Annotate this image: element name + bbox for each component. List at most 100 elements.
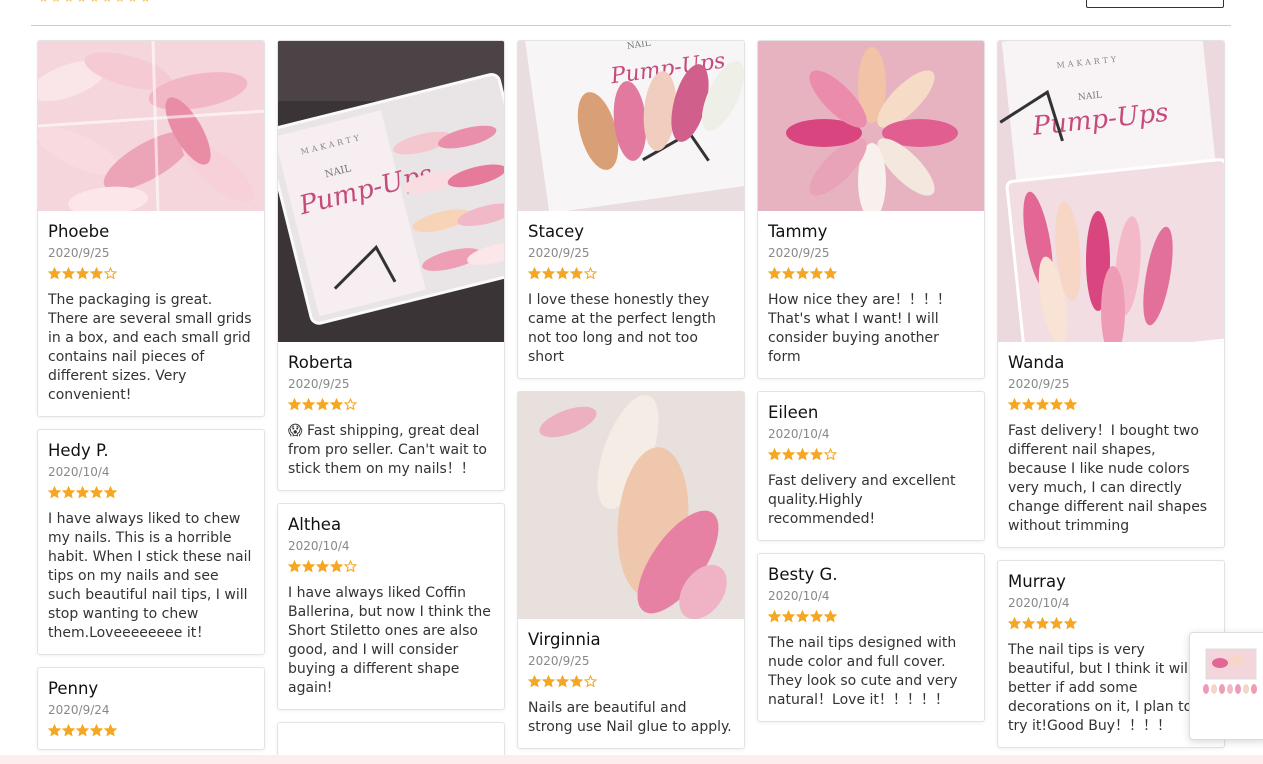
star-filled-icon [62, 486, 75, 499]
review-card[interactable]: Phoebe 2020/9/25 The packaging is great.… [37, 40, 265, 417]
review-text: How nice they are！！！！ That's what I want… [768, 292, 951, 365]
review-photo[interactable]: NAIL Pump-Ups [518, 41, 744, 211]
star-rating [48, 724, 254, 738]
star-filled-icon [768, 267, 781, 280]
star-filled-icon [302, 398, 315, 411]
star-filled-icon [104, 724, 117, 737]
review-date: 2020/10/4 [1008, 596, 1070, 610]
star-filled-icon [1064, 617, 1077, 630]
star-filled-icon [824, 267, 837, 280]
star-filled-icon [1008, 617, 1021, 630]
review-card[interactable]: MAKARTY NAIL Pump-Ups Wanda 2020/9/25 Fa… [997, 40, 1225, 548]
reviewer-name: Roberta [288, 353, 353, 372]
star-filled-icon [556, 675, 569, 688]
star-filled-icon [288, 398, 301, 411]
star-filled-icon [542, 267, 555, 280]
review-date: 2020/9/25 [528, 654, 590, 668]
star-filled-icon [768, 610, 781, 623]
floating-product-widget[interactable] [1189, 632, 1263, 740]
review-photo[interactable] [518, 392, 744, 619]
star-rating [48, 267, 254, 281]
star-filled-icon [1036, 398, 1049, 411]
star-filled-icon [528, 675, 541, 688]
star-rating [48, 486, 254, 500]
star-filled-icon [1050, 398, 1063, 411]
star-filled-icon [570, 267, 583, 280]
star-filled-icon [76, 724, 89, 737]
review-text: I love these honestly they came at the p… [528, 292, 716, 365]
reviewer-name: Besty G. [768, 565, 838, 584]
review-card[interactable]: Tammy 2020/9/25 How nice they are！！！！ Th… [757, 40, 985, 379]
sticky-bottom-bar [0, 755, 1263, 764]
star-filled-icon [782, 610, 795, 623]
star-filled-icon [76, 486, 89, 499]
star-filled-icon [1036, 617, 1049, 630]
star-rating [288, 560, 494, 574]
review-date: 2020/9/25 [288, 377, 350, 391]
star-filled-icon [288, 560, 301, 573]
star-filled-icon [1022, 398, 1035, 411]
review-card[interactable]: Besty G. 2020/10/4 The nail tips designe… [757, 553, 985, 722]
review-card[interactable]: Althea 2020/10/4 I have always liked Cof… [277, 503, 505, 710]
review-date: 2020/9/24 [48, 703, 110, 717]
star-filled-icon [302, 560, 315, 573]
reviewer-name: Althea [288, 515, 342, 534]
star-rating [768, 448, 974, 462]
star-filled-icon [768, 448, 781, 461]
star-filled-icon [90, 486, 103, 499]
review-text: Fast delivery！I bought two different nai… [1008, 423, 1208, 534]
star-empty-icon [584, 267, 597, 280]
star-filled-icon [1064, 398, 1077, 411]
review-photo[interactable] [38, 41, 264, 211]
write-review-button[interactable] [1086, 0, 1224, 8]
star-filled-icon [1022, 617, 1035, 630]
review-photo[interactable]: MAKARTY NAIL Pump-Ups [278, 41, 504, 342]
star-filled-icon [104, 486, 117, 499]
star-filled-icon [330, 398, 343, 411]
review-date: 2020/10/4 [48, 465, 110, 479]
review-text: Nails are beautiful and strong use Nail … [528, 700, 732, 735]
reviewer-name: Hedy P. [48, 441, 109, 460]
review-column-3: NAIL Pump-Ups Stacey 2020/9/25 I love th… [517, 40, 745, 761]
star-empty-icon [104, 267, 117, 280]
star-empty-icon [344, 398, 357, 411]
review-date: 2020/10/4 [768, 589, 830, 603]
review-photo[interactable]: MAKARTY NAIL Pump-Ups [998, 41, 1224, 342]
star-filled-icon [1050, 617, 1063, 630]
star-filled-icon [316, 560, 329, 573]
review-card[interactable]: Hedy P. 2020/10/4 I have always liked to… [37, 429, 265, 655]
review-card[interactable]: NAIL Pump-Ups Stacey 2020/9/25 I love th… [517, 40, 745, 379]
review-text: I have always liked to chew my nails. Th… [48, 511, 252, 641]
review-card[interactable]: Virginnia 2020/9/25 Nails are beautiful … [517, 391, 745, 749]
star-filled-icon [542, 675, 555, 688]
reviewer-name: Eileen [768, 403, 819, 422]
review-card[interactable]: Eileen 2020/10/4 Fast delivery and excel… [757, 391, 985, 541]
star-filled-icon [90, 267, 103, 280]
star-filled-icon [824, 610, 837, 623]
review-card[interactable]: Penny 2020/9/24 [37, 667, 265, 750]
review-text: The nail tips is very beautiful, but I t… [1008, 642, 1214, 734]
star-filled-icon [90, 724, 103, 737]
reviewer-name: Wanda [1008, 353, 1065, 372]
star-rating [768, 610, 974, 624]
star-filled-icon [62, 267, 75, 280]
review-card[interactable]: MAKARTY NAIL Pump-Ups Roberta 2020/9/25 … [277, 40, 505, 491]
star-filled-icon [48, 267, 61, 280]
review-date: 2020/9/25 [1008, 377, 1070, 391]
star-filled-icon [528, 267, 541, 280]
star-filled-icon [556, 267, 569, 280]
review-column-2: MAKARTY NAIL Pump-Ups Roberta 2020/9/25 … [277, 40, 505, 764]
review-photo[interactable] [758, 41, 984, 211]
star-filled-icon [48, 724, 61, 737]
star-filled-icon [810, 610, 823, 623]
star-filled-icon [810, 448, 823, 461]
review-column-1: Phoebe 2020/9/25 The packaging is great.… [37, 40, 265, 762]
star-filled-icon [796, 267, 809, 280]
review-text: The nail tips designed with nude color a… [768, 635, 958, 708]
review-date: 2020/10/4 [768, 427, 830, 441]
review-text: Fast delivery and excellent quality.High… [768, 473, 956, 527]
star-rating [1008, 398, 1214, 412]
reviewer-name: Penny [48, 679, 99, 698]
reviewer-name: Phoebe [48, 222, 110, 241]
star-filled-icon [570, 675, 583, 688]
